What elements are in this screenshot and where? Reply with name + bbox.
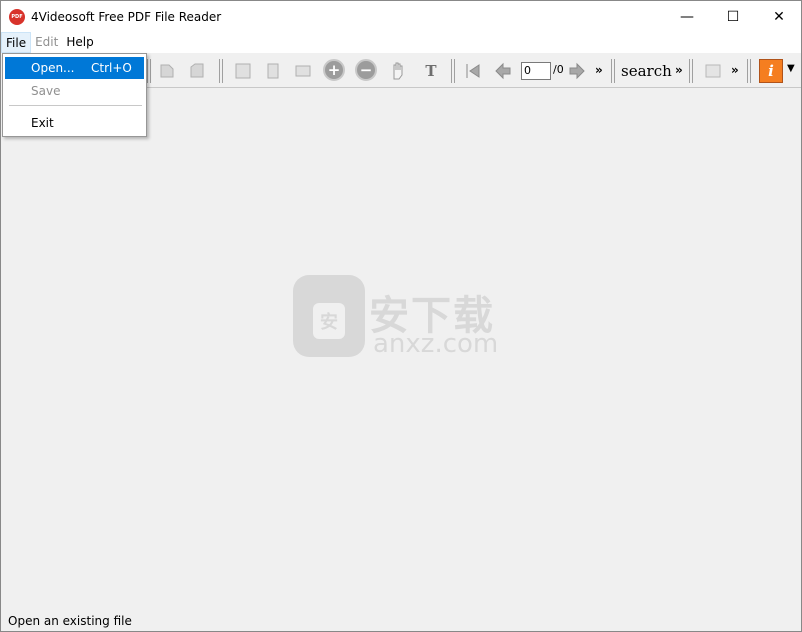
menu-separator xyxy=(9,105,142,106)
hand-icon[interactable] xyxy=(387,59,411,83)
rotate-left-icon[interactable] xyxy=(155,59,179,83)
toolbar-separator xyxy=(147,59,151,83)
minimize-button[interactable]: — xyxy=(664,1,710,32)
app-window: PDF 4Videosoft Free PDF File Reader — ☐ … xyxy=(0,0,802,632)
chevron-down-icon[interactable]: ▼ xyxy=(787,63,795,74)
title-bar: PDF 4Videosoft Free PDF File Reader — ☐ … xyxy=(1,1,801,32)
search-button[interactable]: search xyxy=(621,62,672,80)
close-button[interactable]: ✕ xyxy=(756,1,802,32)
snapshot-icon[interactable] xyxy=(701,59,725,83)
toolbar: + − T 0 /0 » search » » i ▼ xyxy=(145,54,801,88)
status-bar: Open an existing file xyxy=(8,614,132,628)
menu-edit[interactable]: Edit xyxy=(31,32,62,53)
prev-page-icon[interactable] xyxy=(491,59,515,83)
shield-icon: 安 xyxy=(293,275,365,357)
file-menu-dropdown: Open... Ctrl+O Save Exit xyxy=(2,53,147,137)
watermark-en-text: anxz.com xyxy=(373,329,499,359)
fit-page-icon[interactable] xyxy=(261,59,285,83)
menu-item-open[interactable]: Open... Ctrl+O xyxy=(5,57,144,79)
menu-item-save[interactable]: Save xyxy=(5,80,144,102)
fit-width-icon[interactable] xyxy=(291,59,315,83)
menu-help[interactable]: Help xyxy=(62,32,97,53)
text-select-icon[interactable]: T xyxy=(419,59,443,83)
more-nav-chevron-icon[interactable]: » xyxy=(595,63,603,77)
toolbar-separator xyxy=(689,59,693,83)
maximize-button[interactable]: ☐ xyxy=(710,1,756,32)
next-page-icon[interactable] xyxy=(565,59,589,83)
menu-item-open-label: Open... xyxy=(31,61,75,75)
zoom-in-icon[interactable]: + xyxy=(323,59,345,81)
toolbar-separator xyxy=(219,59,223,83)
actual-size-icon[interactable] xyxy=(231,59,255,83)
page-total-label: /0 xyxy=(553,63,564,76)
more-tools-chevron-icon[interactable]: » xyxy=(731,63,739,77)
first-page-icon[interactable] xyxy=(461,59,485,83)
shield-inner-glyph: 安 xyxy=(313,303,345,339)
zoom-out-icon[interactable]: − xyxy=(355,59,377,81)
window-title: 4Videosoft Free PDF File Reader xyxy=(31,9,222,24)
more-search-chevron-icon[interactable]: » xyxy=(675,63,683,77)
menu-file[interactable]: File xyxy=(1,32,32,53)
watermark: 安 安下载 anxz.com xyxy=(293,273,513,363)
menu-item-open-shortcut: Ctrl+O xyxy=(91,61,132,75)
menu-bar: File Edit Help xyxy=(1,32,801,53)
info-icon[interactable]: i xyxy=(759,59,783,83)
rotate-right-icon[interactable] xyxy=(185,59,209,83)
toolbar-separator xyxy=(611,59,615,83)
page-number-input[interactable]: 0 xyxy=(521,62,551,80)
app-logo-icon: PDF xyxy=(9,8,25,25)
menu-item-exit[interactable]: Exit xyxy=(5,112,144,134)
toolbar-separator xyxy=(747,59,751,83)
toolbar-separator xyxy=(451,59,455,83)
